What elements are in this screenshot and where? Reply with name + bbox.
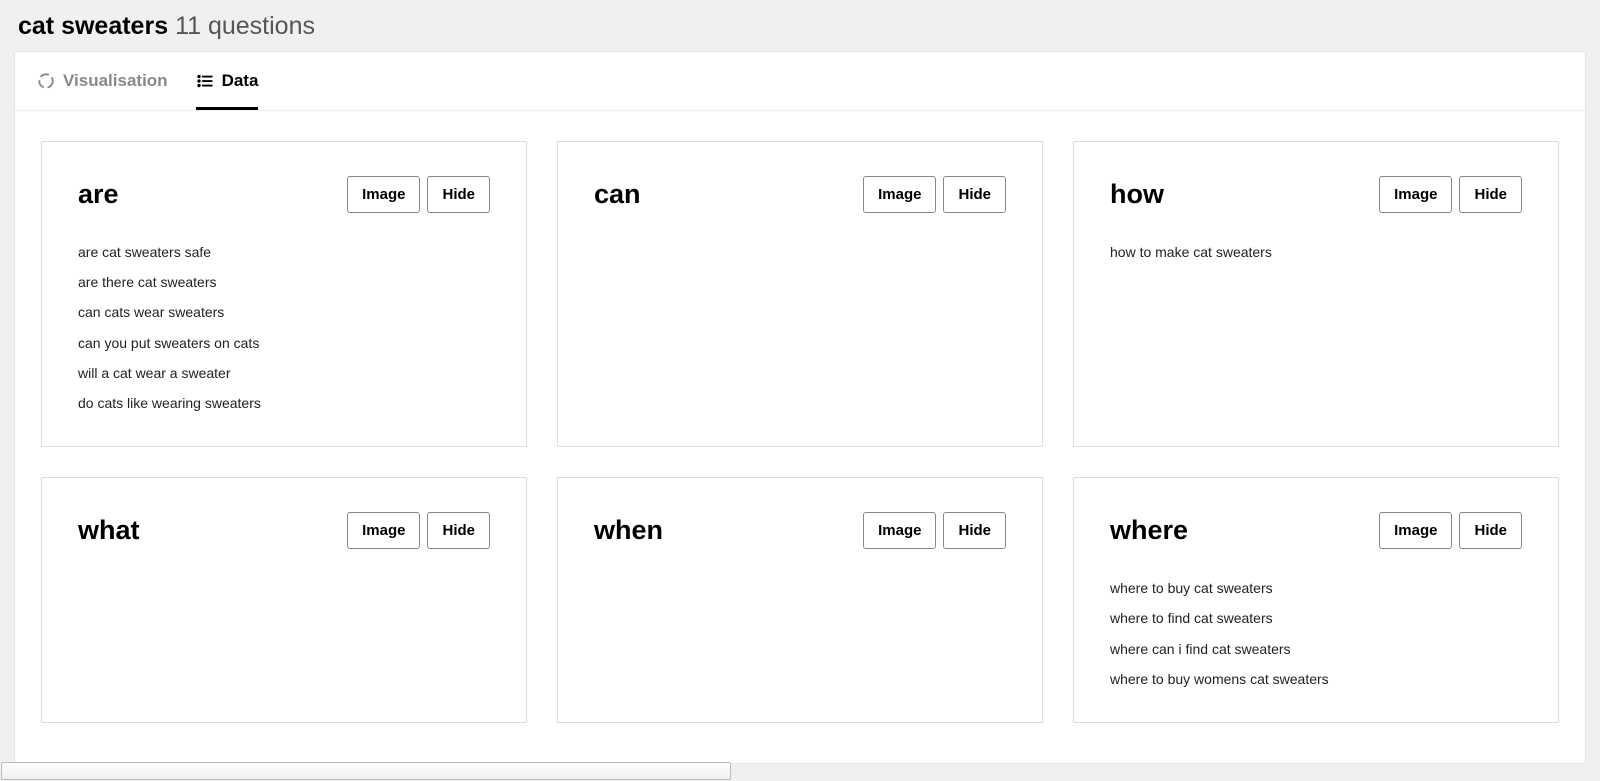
question-list: are cat sweaters safeare there cat sweat…: [78, 237, 490, 418]
card-how: how ImageHide how to make cat sweaters: [1073, 141, 1559, 447]
list-item[interactable]: will a cat wear a sweater: [78, 358, 490, 388]
hide-button[interactable]: Hide: [1459, 512, 1522, 549]
card-actions: ImageHide: [347, 512, 490, 549]
tab-data[interactable]: Data: [196, 52, 259, 110]
image-button[interactable]: Image: [1379, 176, 1452, 213]
hide-button[interactable]: Hide: [427, 512, 490, 549]
card-title: can: [594, 179, 641, 210]
hide-button[interactable]: Hide: [943, 176, 1006, 213]
list-item[interactable]: can you put sweaters on cats: [78, 328, 490, 358]
image-button[interactable]: Image: [347, 176, 420, 213]
question-list: how to make cat sweaters: [1110, 237, 1522, 267]
card-header: where ImageHide: [1110, 512, 1522, 549]
card-actions: ImageHide: [863, 176, 1006, 213]
list-item[interactable]: are cat sweaters safe: [78, 237, 490, 267]
card-title: what: [78, 515, 140, 546]
card-header: how ImageHide: [1110, 176, 1522, 213]
list-item[interactable]: where to buy cat sweaters: [1110, 573, 1522, 603]
tab-data-label: Data: [222, 71, 259, 91]
list-item[interactable]: where to buy womens cat sweaters: [1110, 664, 1522, 694]
card-actions: ImageHide: [1379, 512, 1522, 549]
list-icon: [196, 72, 214, 90]
hide-button[interactable]: Hide: [943, 512, 1006, 549]
visualisation-icon: [37, 72, 55, 90]
list-item[interactable]: where to find cat sweaters: [1110, 603, 1522, 633]
card-header: when ImageHide: [594, 512, 1006, 549]
tab-visualisation-label: Visualisation: [63, 71, 168, 91]
card-are: are ImageHide are cat sweaters safeare the…: [41, 141, 527, 447]
card-header: can ImageHide: [594, 176, 1006, 213]
page-title: cat sweaters 11 questions: [18, 12, 1582, 41]
page-header: cat sweaters 11 questions: [0, 0, 1600, 51]
card-grid: areImageHideare cat sweaters safeare the…: [15, 111, 1585, 763]
card-title: where: [1110, 515, 1188, 546]
tab-visualisation[interactable]: Visualisation: [37, 52, 168, 110]
horizontal-scrollbar[interactable]: [1, 762, 731, 780]
card-actions: ImageHide: [347, 176, 490, 213]
image-button[interactable]: Image: [863, 176, 936, 213]
list-item[interactable]: where can i find cat sweaters: [1110, 634, 1522, 664]
image-button[interactable]: Image: [347, 512, 420, 549]
hide-button[interactable]: Hide: [427, 176, 490, 213]
card-title: are: [78, 179, 119, 210]
image-button[interactable]: Image: [1379, 512, 1452, 549]
image-button[interactable]: Image: [863, 512, 936, 549]
list-item[interactable]: do cats like wearing sweaters: [78, 388, 490, 418]
card-when: when ImageHide: [557, 477, 1043, 723]
hide-button[interactable]: Hide: [1459, 176, 1522, 213]
tab-bar: Visualisation Data: [15, 52, 1585, 111]
card-actions: ImageHide: [863, 512, 1006, 549]
card-header: what ImageHide: [78, 512, 490, 549]
list-item[interactable]: are there cat sweaters: [78, 267, 490, 297]
question-list: where to buy cat sweaterswhere to find c…: [1110, 573, 1522, 694]
main-panel: Visualisation Data areImageHideare cat s…: [14, 51, 1586, 764]
card-what: what ImageHide: [41, 477, 527, 723]
card-header: are ImageHide: [78, 176, 490, 213]
question-count: 11 questions: [175, 12, 315, 40]
card-title: when: [594, 515, 663, 546]
search-term: cat sweaters: [18, 12, 168, 40]
card-can: can ImageHide: [557, 141, 1043, 447]
card-title: how: [1110, 179, 1164, 210]
card-where: whereImageHidewhere to buy cat sweatersw…: [1073, 477, 1559, 723]
list-item[interactable]: can cats wear sweaters: [78, 297, 490, 327]
card-actions: ImageHide: [1379, 176, 1522, 213]
list-item[interactable]: how to make cat sweaters: [1110, 237, 1522, 267]
